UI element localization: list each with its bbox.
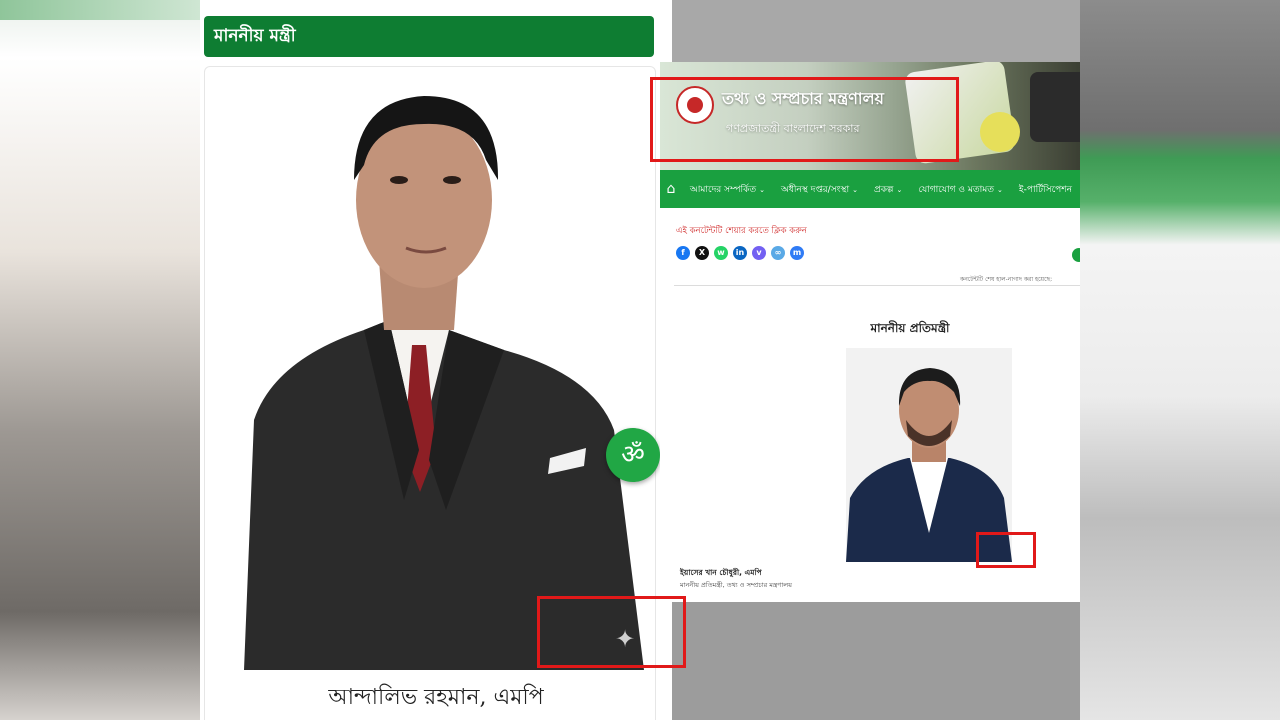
linkedin-icon[interactable]: in — [733, 246, 747, 260]
gray-gap-bottom — [672, 600, 1080, 720]
main-navbar: ⌂ আমাদের সম্পর্কিত ⌄ অধীনস্থ দপ্তর/সংস্থা… — [660, 170, 1080, 208]
deputy-minister-name: ইয়াসের খান চৌধুরী, এমপি — [680, 568, 762, 577]
chevron-down-icon: ⌄ — [896, 185, 903, 194]
deputy-heading: মাননীয় প্রতিমন্ত্রী — [870, 321, 950, 335]
nav-item-label: যোগাযোগ ও মতামত — [918, 184, 995, 195]
viber-icon[interactable]: v — [752, 246, 766, 260]
chevron-down-icon: ⌄ — [997, 185, 1003, 194]
copy-link-icon[interactable]: ∞ — [771, 246, 785, 260]
nav-item-about[interactable]: আমাদের সম্পর্কিত ⌄ — [682, 182, 773, 197]
nav-item-projects[interactable]: প্রকল্প ⌄ — [866, 182, 910, 197]
annotation-box-deputy-photo — [976, 532, 1036, 568]
home-icon[interactable]: ⌂ — [660, 181, 682, 197]
blurred-green-strip — [0, 0, 200, 20]
nav-item-e-participation[interactable]: ই-পার্টিসিপেশন — [1011, 182, 1080, 197]
divider — [674, 285, 1080, 286]
share-icon-row: f X w in v ∞ m — [676, 246, 804, 260]
gray-gap-top — [672, 0, 1080, 62]
blurred-background-right — [1080, 0, 1280, 720]
x-icon[interactable]: X — [695, 246, 709, 260]
share-prompt: এই কনটেন্টটি শেয়ার করতে ক্লিক করুন — [676, 226, 807, 236]
nav-item-label: ই-পার্টিসিপেশন — [1018, 184, 1072, 195]
minister-portrait — [214, 30, 654, 670]
nav-item-label: অধীনস্থ দপ্তর/সংস্থা — [781, 184, 850, 195]
deputy-minister-role: মাননীয় প্রতিমন্ত্রী, তথ্য ও সম্প্রচার ম… — [680, 581, 792, 589]
minister-portrait-image — [244, 96, 644, 670]
messenger-icon[interactable]: m — [790, 246, 804, 260]
annotation-box-header — [650, 77, 959, 162]
whatsapp-icon[interactable]: w — [714, 246, 728, 260]
nav-item-subordinate-offices[interactable]: অধীনস্থ দপ্তর/সংস্থা ⌄ — [773, 182, 866, 197]
sparkle-icon: ✦ — [614, 625, 636, 653]
nav-item-contact[interactable]: যোগাযোগ ও মতামত ⌄ — [910, 182, 1011, 197]
green-action-dot[interactable] — [1072, 248, 1080, 262]
nav-item-label: আমাদের সম্পর্কিত — [689, 184, 757, 195]
banner-camera-image — [1030, 72, 1080, 142]
minister-name: আন্দালিভ রহমান, এমপি — [328, 685, 544, 710]
nav-item-label: প্রকল্প — [873, 184, 894, 195]
blurred-background-left — [0, 0, 200, 720]
updated-note: কনটেন্টটি শেষ হাল-নাগাদ করা হয়েছে: — [960, 276, 1053, 283]
banner-flower-image — [980, 112, 1020, 152]
accessibility-button[interactable]: ॐ — [606, 428, 660, 482]
chevron-down-icon: ⌄ — [759, 185, 765, 194]
chevron-down-icon: ⌄ — [852, 185, 858, 194]
facebook-icon[interactable]: f — [676, 246, 690, 260]
deputy-minister-photo — [846, 348, 1012, 562]
